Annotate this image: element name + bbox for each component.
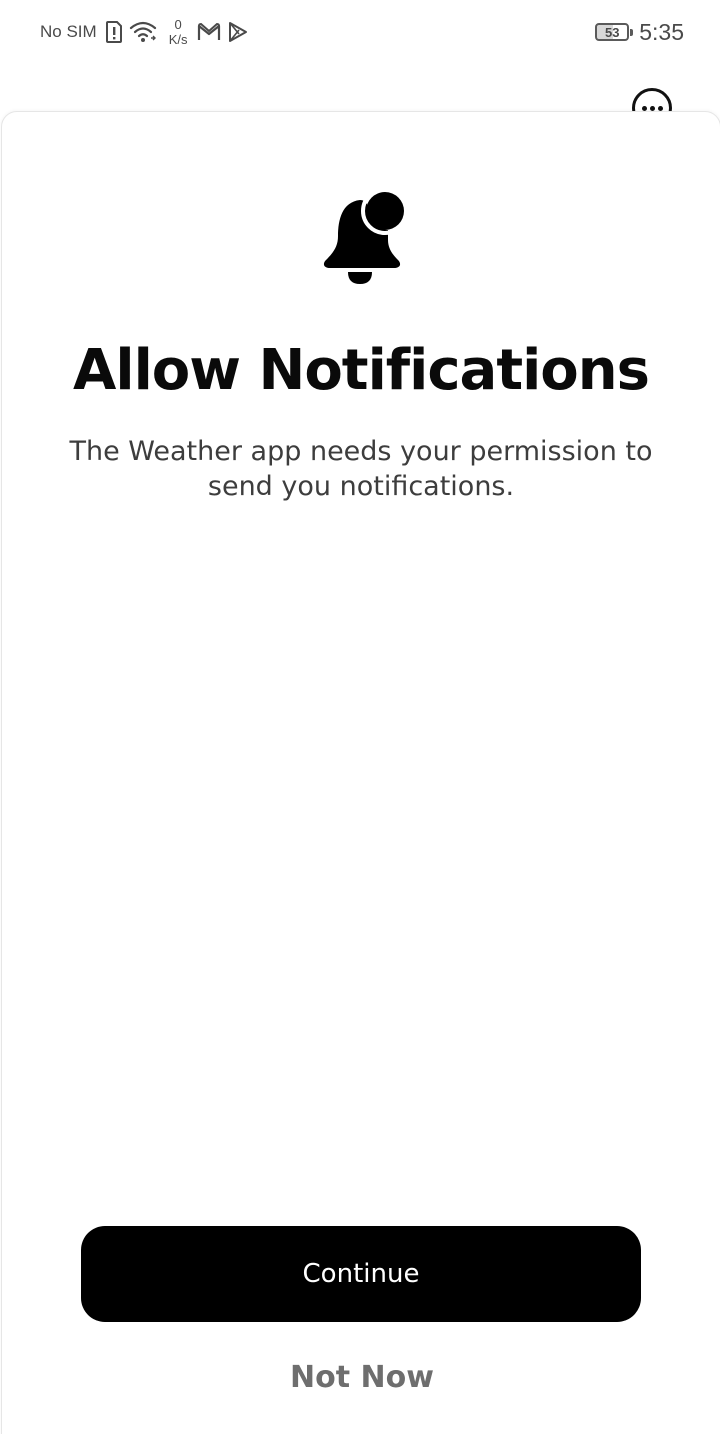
clock: 5:35 <box>639 18 684 45</box>
play-store-icon <box>227 21 249 43</box>
battery-icon: 53 <box>595 23 634 41</box>
network-speed-unit: K/s <box>168 32 188 47</box>
not-now-button[interactable]: Not Now <box>222 1350 502 1404</box>
network-speed: 0 K/s <box>169 17 188 47</box>
status-bar-left: No SIM 0 K/s <box>40 12 249 52</box>
dialog-title: Allow Notifications <box>73 338 650 403</box>
permission-sheet: Allow Notifications The Weather app need… <box>1 111 720 1434</box>
status-bar-right: 53 5:35 <box>595 12 684 52</box>
notification-permission-screen: No SIM 0 K/s 53 5:35 Allow Notifications… <box>0 0 720 1434</box>
notification-bell-icon <box>312 187 412 290</box>
carrier-label: No SIM <box>40 22 97 41</box>
battery-level: 53 <box>605 24 620 40</box>
dialog-message: The Weather app needs your permission to… <box>69 436 653 502</box>
status-bar: No SIM 0 K/s 53 5:35 <box>0 0 720 64</box>
sim-alert-icon <box>105 21 123 43</box>
network-speed-value: 0 <box>174 17 182 32</box>
gmail-icon <box>197 22 221 42</box>
continue-button[interactable]: Continue <box>81 1226 641 1322</box>
wifi-icon <box>129 20 159 44</box>
